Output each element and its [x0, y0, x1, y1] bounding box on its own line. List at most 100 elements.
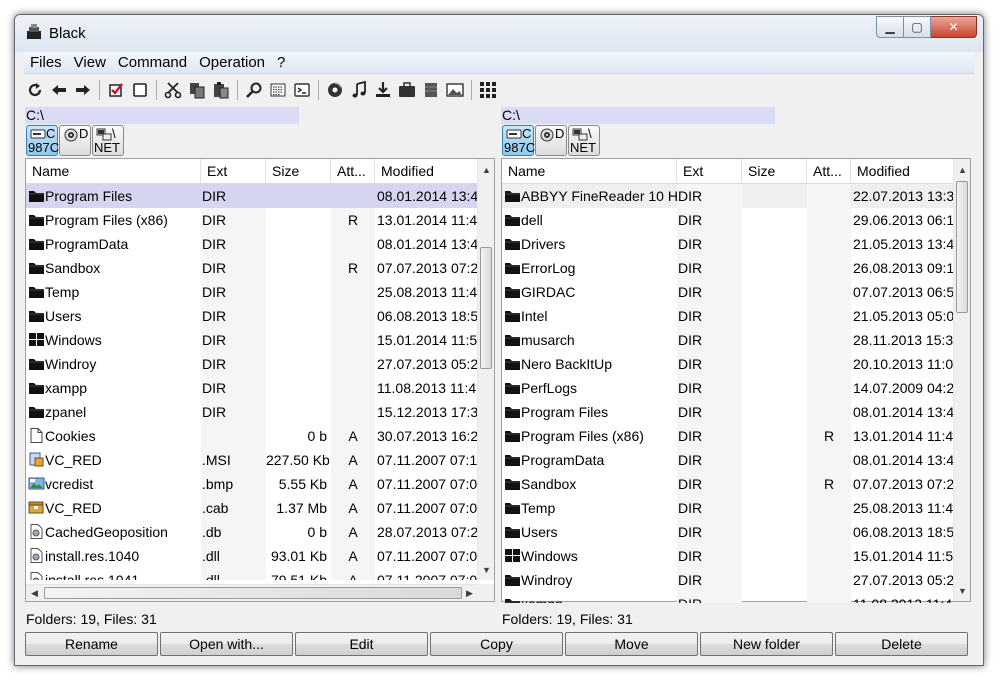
file-row[interactable]: Program Files DIR 08.01.2014 13:4 [26, 184, 478, 208]
file-row[interactable]: Sandbox DIR R 07.07.2013 07:2 [26, 256, 478, 280]
move-button[interactable]: Move [565, 632, 698, 656]
drive-button-net[interactable]: \ NET [568, 125, 600, 156]
copy-icon[interactable] [186, 79, 208, 101]
console-icon[interactable] [291, 79, 313, 101]
file-row[interactable]: ProgramData DIR 08.01.2014 13:47 [502, 448, 954, 472]
file-row[interactable]: install.res.1040 .dll 93.01 Kb A 07.11.2007 … [26, 544, 478, 568]
column-size[interactable]: Size [266, 159, 331, 184]
file-row[interactable]: vcredist .bmp 5.55 Kb A 07.11.2007 07:0 [26, 472, 478, 496]
file-row[interactable]: install.res.1041 .dll 79.51 Kb A 07.11.2007 … [26, 568, 478, 580]
file-row[interactable]: Users DIR 06.08.2013 18:58 [502, 520, 954, 544]
column-size[interactable]: Size [742, 159, 807, 184]
menu-files[interactable]: Files [24, 52, 68, 74]
file-row[interactable]: Windows DIR 15.01.2014 11:5 [26, 328, 478, 352]
file-row[interactable]: Windows DIR 15.01.2014 11:56 [502, 544, 954, 568]
file-row[interactable]: xampp DIR 11.08.2013 11:4 [26, 376, 478, 400]
vertical-scrollbar[interactable]: ▲ ▼ [953, 159, 970, 601]
scroll-right-icon[interactable]: ▶ [461, 585, 478, 602]
briefcase-icon[interactable] [396, 79, 418, 101]
disc-icon[interactable] [324, 79, 346, 101]
music-icon[interactable] [348, 79, 370, 101]
column-modified[interactable]: Modified [851, 159, 954, 184]
drive-button-net[interactable]: \ NET [92, 125, 124, 156]
file-list[interactable]: Name Ext Size Att... Modified Program Files DI… [25, 158, 495, 602]
paste-icon[interactable] [210, 79, 232, 101]
refresh-icon[interactable] [24, 79, 46, 101]
text-view-icon[interactable] [267, 79, 289, 101]
forward-arrow-icon[interactable] [72, 79, 94, 101]
file-row[interactable]: Intel DIR 21.05.2013 05:04 [502, 304, 954, 328]
path-bar[interactable]: C:\ [25, 107, 497, 124]
file-row[interactable]: Program Files DIR 08.01.2014 13:46 [502, 400, 954, 424]
file-row[interactable]: Temp DIR 25.08.2013 11:46 [502, 496, 954, 520]
file-row[interactable]: Windroy DIR 27.07.2013 05:2 [26, 352, 478, 376]
close-button[interactable]: ✕ [931, 16, 977, 38]
file-row[interactable]: ABBYY FineReader 10 HD DIR 22.07.2013 13:3… [502, 184, 954, 208]
maximize-button[interactable]: ▢ [904, 16, 931, 38]
file-row[interactable]: Windroy DIR 27.07.2013 05:21 [502, 568, 954, 592]
column-att[interactable]: Att... [807, 159, 851, 184]
scroll-up-icon[interactable]: ▲ [954, 161, 971, 178]
column-name[interactable]: Name [26, 159, 201, 184]
menu-view[interactable]: View [68, 52, 112, 74]
back-arrow-icon[interactable] [48, 79, 70, 101]
drive-button-d[interactable]: D [59, 125, 91, 156]
file-row[interactable]: ErrorLog DIR 26.08.2013 09:19 [502, 256, 954, 280]
file-row[interactable]: xampp DIR 11.08.2013 11:4 [502, 592, 954, 603]
vertical-scrollbar[interactable]: ▲ ▼ [477, 159, 494, 580]
delete-button[interactable]: Delete [835, 632, 968, 656]
scroll-up-icon[interactable]: ▲ [478, 161, 495, 178]
column-att[interactable]: Att... [331, 159, 375, 184]
rename-button[interactable]: Rename [25, 632, 158, 656]
column-modified[interactable]: Modified [375, 159, 478, 184]
search-icon[interactable] [243, 79, 265, 101]
horizontal-scrollbar[interactable]: ◀ ▶ [26, 584, 478, 601]
grid-icon[interactable] [477, 79, 499, 101]
file-row[interactable]: dell DIR 29.06.2013 06:18 [502, 208, 954, 232]
file-row[interactable]: PerfLogs DIR 14.07.2009 04:20 [502, 376, 954, 400]
download-icon[interactable] [372, 79, 394, 101]
file-row[interactable]: zpanel DIR 15.12.2013 17:3 [26, 400, 478, 424]
cut-icon[interactable] [162, 79, 184, 101]
new-folder-button[interactable]: New folder [700, 632, 833, 656]
scroll-thumb[interactable] [956, 181, 968, 313]
check-all-icon[interactable] [105, 79, 127, 101]
file-row[interactable]: Program Files (x86) DIR R 13.01.2014 11:4 [26, 208, 478, 232]
column-ext[interactable]: Ext [201, 159, 266, 184]
file-row[interactable]: Sandbox DIR R 07.07.2013 07:28 [502, 472, 954, 496]
file-list[interactable]: Name Ext Size Att... Modified ABBYY FineReade… [501, 158, 971, 603]
file-row[interactable]: musarch DIR 28.11.2013 15:35 [502, 328, 954, 352]
file-row[interactable]: GIRDAC DIR 07.07.2013 06:52 [502, 280, 954, 304]
menu-operation[interactable]: Operation [193, 52, 271, 74]
scroll-down-icon[interactable]: ▼ [478, 561, 495, 578]
archive-icon[interactable] [420, 79, 442, 101]
file-row[interactable]: VC_RED .MSI 227.50 Kb A 07.11.2007 07:1 [26, 448, 478, 472]
scroll-thumb[interactable] [44, 587, 462, 599]
drive-button-c[interactable]: C 987C [502, 125, 535, 156]
scroll-left-icon[interactable]: ◀ [26, 585, 43, 602]
file-row[interactable]: VC_RED .cab 1.37 Mb A 07.11.2007 07:0 [26, 496, 478, 520]
column-ext[interactable]: Ext [677, 159, 742, 184]
file-row[interactable]: Drivers DIR 21.05.2013 13:42 [502, 232, 954, 256]
column-name[interactable]: Name [502, 159, 677, 184]
file-row[interactable]: Nero BackItUp DIR 20.10.2013 11:00 [502, 352, 954, 376]
menu-command[interactable]: Command [112, 52, 193, 74]
path-bar[interactable]: C:\ [501, 107, 973, 124]
file-row[interactable]: Users DIR 06.08.2013 18:5 [26, 304, 478, 328]
menu-help[interactable]: ? [271, 52, 291, 74]
drive-button-c[interactable]: C 987C [26, 125, 59, 156]
image-icon[interactable] [444, 79, 466, 101]
file-row[interactable]: ProgramData DIR 08.01.2014 13:4 [26, 232, 478, 256]
scroll-thumb[interactable] [480, 247, 492, 369]
file-row[interactable]: Cookies 0 b A 30.07.2013 16:2 [26, 424, 478, 448]
drive-button-d[interactable]: D [535, 125, 567, 156]
file-row[interactable]: Program Files (x86) DIR R 13.01.2014 11:44 [502, 424, 954, 448]
title-bar[interactable]: Black ▁ ▢ ✕ [15, 15, 983, 52]
file-row[interactable]: Temp DIR 25.08.2013 11:4 [26, 280, 478, 304]
scroll-down-icon[interactable]: ▼ [954, 582, 971, 599]
file-row[interactable]: CachedGeoposition .db 0 b A 28.07.2013 07:2 [26, 520, 478, 544]
copy-button[interactable]: Copy [430, 632, 563, 656]
open-with-button[interactable]: Open with... [160, 632, 293, 656]
uncheck-all-icon[interactable] [129, 79, 151, 101]
minimize-button[interactable]: ▁ [876, 16, 904, 38]
